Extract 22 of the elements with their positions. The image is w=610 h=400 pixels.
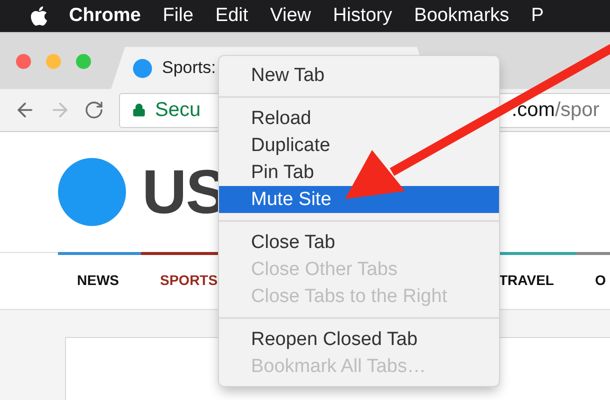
menu-item[interactable]: Reopen Closed Tab [219, 326, 499, 353]
menu-title[interactable]: Chrome [58, 5, 152, 27]
menu-item[interactable]: Duplicate [219, 132, 499, 159]
favicon-icon [133, 58, 152, 78]
nav-link[interactable]: O [576, 252, 610, 309]
menu-title[interactable]: P [520, 5, 555, 27]
window-control[interactable] [76, 54, 91, 69]
nav-link[interactable]: NEWS [58, 252, 141, 309]
menu-item[interactable]: New Tab [219, 62, 499, 89]
menu-title[interactable]: File [152, 5, 204, 27]
menu-title[interactable]: Edit [204, 5, 260, 27]
reload-icon[interactable] [84, 100, 104, 120]
menu-item[interactable]: Pin Tab [219, 159, 499, 186]
apple-icon[interactable] [28, 5, 50, 27]
menu-title[interactable]: History [322, 5, 404, 27]
lock-icon [132, 103, 146, 117]
menu-title[interactable]: Bookmarks [403, 5, 520, 27]
menu-title[interactable]: View [259, 5, 322, 27]
window-control[interactable] [16, 54, 31, 69]
window-control[interactable] [46, 54, 61, 69]
menu-item[interactable]: Reload [219, 105, 499, 132]
menu-item[interactable]: Mute Site [219, 186, 499, 213]
